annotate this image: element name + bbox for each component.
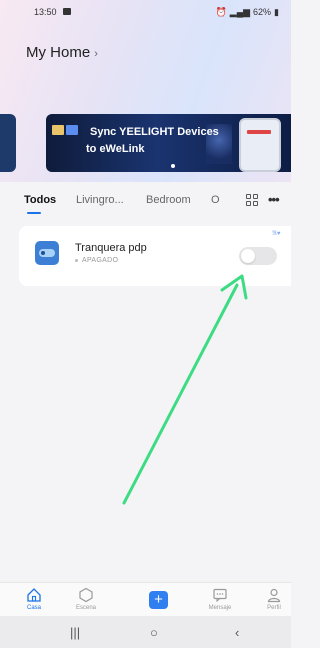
device-card[interactable]: Tranquera pdp APAGADO ℜ♥ xyxy=(19,226,291,286)
carousel-indicator xyxy=(171,164,175,168)
phone-illustration xyxy=(239,118,281,172)
status-dot xyxy=(75,258,78,262)
tab-livingroom[interactable]: Livingro... xyxy=(76,194,124,206)
add-icon: + xyxy=(154,591,163,608)
chevron-right-icon: › xyxy=(94,48,98,60)
nav-escena-label: Escena xyxy=(75,605,96,611)
scene-icon xyxy=(79,587,93,603)
status-time: 13:50 xyxy=(34,7,57,17)
brand-logos xyxy=(52,122,82,135)
nav-casa[interactable]: Casa xyxy=(14,585,54,611)
device-status: APAGADO xyxy=(75,257,118,264)
tab-other[interactable]: O xyxy=(211,194,220,206)
nav-mensaje-label: Mensaje xyxy=(208,605,232,611)
home-title: My Home xyxy=(26,44,91,61)
shared-badge-icon: ℜ♥ xyxy=(272,231,281,237)
profile-icon xyxy=(267,588,281,603)
android-navigation-bar: ||| ○ ‹ xyxy=(0,616,291,648)
home-icon xyxy=(27,588,41,602)
add-device-button[interactable]: + xyxy=(149,591,168,609)
device-power-toggle[interactable] xyxy=(239,247,277,265)
nav-escena[interactable]: Escena xyxy=(66,585,106,611)
nav-casa-label: Casa xyxy=(26,605,41,611)
home-selector[interactable]: My Home › xyxy=(26,44,98,61)
back-icon[interactable]: ‹ xyxy=(235,625,239,640)
status-bar: 13:50 ⏰ ▂▄▆ 62% ▮ xyxy=(0,0,291,24)
banner-subheadline: to eWeLink xyxy=(86,143,145,155)
message-icon xyxy=(213,588,227,603)
nav-mensaje[interactable]: Mensaje xyxy=(200,585,240,611)
message-notification-icon xyxy=(63,8,71,15)
banner-headline: Sync YEELIGHT Devices xyxy=(90,126,219,138)
tab-todos[interactable]: Todos xyxy=(24,194,56,206)
room-tabs: Todos Livingro... Bedroom O ••• xyxy=(0,182,291,216)
more-options-icon[interactable]: ••• xyxy=(268,192,280,207)
recent-apps-icon[interactable]: ||| xyxy=(70,625,80,640)
arrow-shaft xyxy=(122,283,239,505)
device-status-label: APAGADO xyxy=(82,257,119,264)
device-name: Tranquera pdp xyxy=(75,242,147,254)
home-button-icon[interactable]: ○ xyxy=(150,625,158,640)
signal-icon: ▂▄▆ xyxy=(229,7,251,17)
battery-icon: ▮ xyxy=(274,7,279,17)
banner-previous-slide[interactable] xyxy=(0,114,16,172)
nav-perfil[interactable]: Perfil xyxy=(254,585,294,611)
bottom-navigation: Casa Escena + Mensaje Perfil xyxy=(0,582,291,616)
status-indicators: ⏰ ▂▄▆ 62% ▮ xyxy=(213,7,279,18)
active-tab-indicator xyxy=(27,212,41,214)
promo-banner[interactable]: Sync YEELIGHT Devices to eWeLink xyxy=(46,114,291,172)
grid-view-icon[interactable] xyxy=(246,194,258,206)
battery-level: 62% xyxy=(253,7,272,17)
tab-bedroom[interactable]: Bedroom xyxy=(146,194,191,206)
nav-perfil-label: Perfil xyxy=(267,605,281,611)
alarm-icon: ⏰ xyxy=(215,7,227,17)
switch-device-icon xyxy=(35,241,59,265)
